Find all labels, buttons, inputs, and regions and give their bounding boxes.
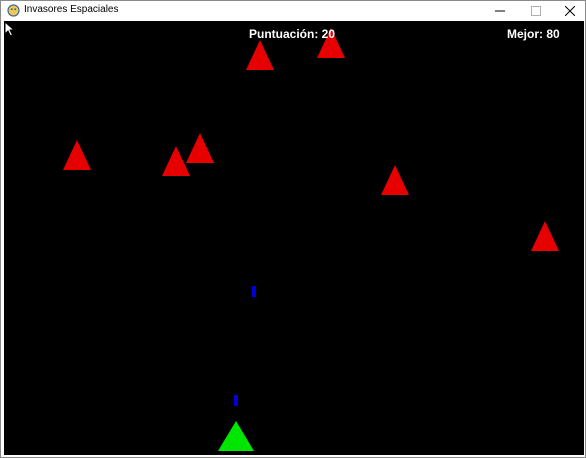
game-window: Invasores Espaciales Puntuación: 20 Mejo…	[0, 0, 586, 458]
best-score-label: Mejor: 80	[507, 27, 560, 41]
enemy-triangle	[381, 165, 409, 195]
player-ship	[218, 421, 254, 451]
bullet	[234, 395, 238, 406]
enemy-triangle	[63, 140, 91, 170]
window-title: Invasores Espaciales	[24, 4, 119, 15]
title-bar[interactable]: Invasores Espaciales	[1, 1, 585, 20]
enemy-triangle	[186, 133, 214, 163]
game-scene	[63, 28, 559, 451]
mouse-cursor-icon	[4, 21, 16, 37]
maximize-icon	[531, 5, 541, 16]
enemy-triangle	[531, 221, 559, 251]
pygame-snake-icon	[7, 4, 20, 17]
enemy-triangle	[246, 40, 274, 70]
close-icon	[565, 5, 575, 16]
enemy-triangle	[162, 146, 190, 176]
close-button[interactable]	[551, 1, 586, 20]
minimize-button[interactable]	[481, 1, 519, 20]
game-canvas[interactable]: Puntuación: 20 Mejor: 80	[4, 21, 584, 455]
maximize-button[interactable]	[517, 1, 555, 20]
score-label: Puntuación: 20	[249, 27, 336, 41]
minimize-icon	[495, 10, 505, 11]
bullet	[252, 286, 256, 297]
